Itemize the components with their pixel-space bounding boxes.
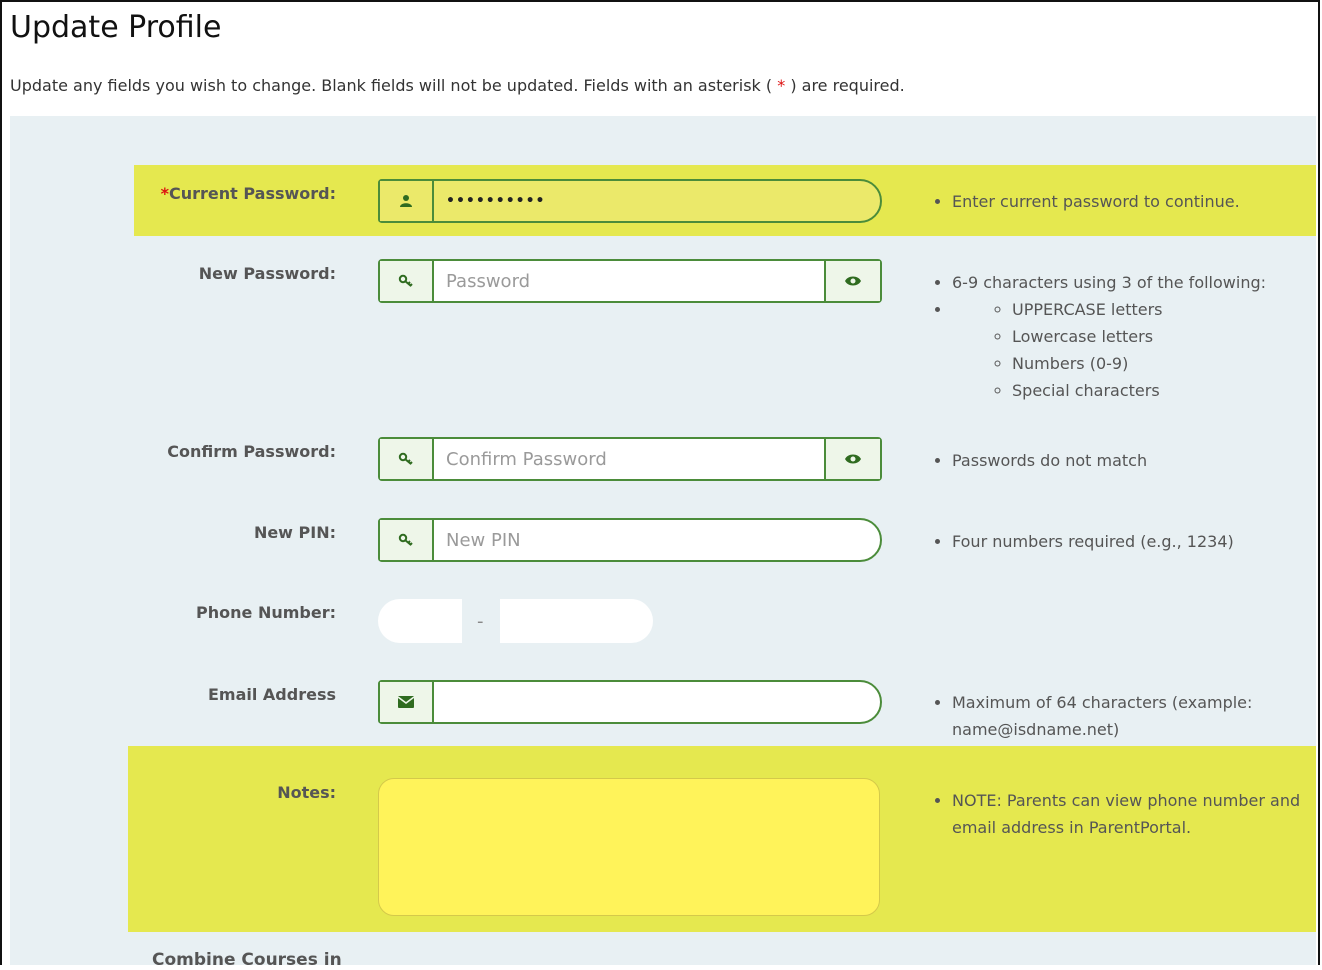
- password-rule: Special characters: [1012, 377, 1266, 404]
- confirm-password-input[interactable]: [434, 439, 824, 479]
- phone-number-label: Phone Number:: [196, 603, 336, 622]
- combine-courses-label: Combine Courses in: [152, 950, 342, 970]
- required-mark: *: [160, 184, 169, 203]
- password-rule-intro: 6-9 characters using 3 of the following:: [952, 269, 1266, 296]
- email-field[interactable]: [378, 680, 882, 724]
- password-rules-bullet: UPPERCASE letters Lowercase letters Numb…: [952, 296, 1266, 404]
- new-password-label: New Password:: [198, 264, 336, 283]
- current-password-hint: Enter current password to continue.: [930, 188, 1240, 215]
- new-pin-hint: Four numbers required (e.g., 1234): [930, 528, 1234, 555]
- new-password-input[interactable]: [434, 261, 824, 301]
- password-rule: Lowercase letters: [1012, 323, 1266, 350]
- notes-textarea[interactable]: [378, 778, 880, 916]
- key-icon: [380, 439, 434, 479]
- new-pin-field[interactable]: [378, 518, 882, 562]
- confirm-password-hint: Passwords do not match: [930, 447, 1147, 474]
- eye-icon[interactable]: [824, 261, 880, 301]
- key-icon: [380, 520, 434, 560]
- instructions-before: Update any fields you wish to change. Bl…: [10, 76, 773, 95]
- notes-hint: NOTE: Parents can view phone number and …: [930, 787, 1315, 841]
- email-address-label: Email Address: [207, 685, 336, 704]
- current-password-input[interactable]: [434, 181, 880, 221]
- new-password-field[interactable]: [378, 259, 882, 303]
- new-password-hint: 6-9 characters using 3 of the following:…: [930, 269, 1266, 404]
- phone-number-input[interactable]: [500, 599, 653, 643]
- email-hint: Maximum of 64 characters (example: name@…: [930, 689, 1290, 743]
- new-pin-input[interactable]: [434, 520, 880, 560]
- instructions-after: ) are required.: [790, 76, 905, 95]
- password-rule: UPPERCASE letters: [1012, 296, 1266, 323]
- new-pin-label: New PIN:: [253, 523, 336, 542]
- required-asterisk: *: [772, 76, 791, 95]
- current-password-label: *Current Password:: [160, 184, 336, 203]
- current-password-field[interactable]: [378, 179, 882, 223]
- envelope-icon: [380, 682, 434, 722]
- phone-separator: -: [477, 611, 484, 632]
- instructions-text: Update any fields you wish to change. Bl…: [10, 76, 905, 95]
- email-input[interactable]: [434, 682, 880, 722]
- notes-label: Notes:: [277, 783, 336, 802]
- confirm-password-label: Confirm Password:: [167, 442, 336, 461]
- password-rule: Numbers (0-9): [1012, 350, 1266, 377]
- phone-area-code-input[interactable]: [378, 599, 462, 643]
- confirm-password-field[interactable]: [378, 437, 882, 481]
- eye-icon[interactable]: [824, 439, 880, 479]
- page-title: Update Profile: [10, 10, 222, 45]
- key-icon: [380, 261, 434, 301]
- user-icon: [380, 181, 434, 221]
